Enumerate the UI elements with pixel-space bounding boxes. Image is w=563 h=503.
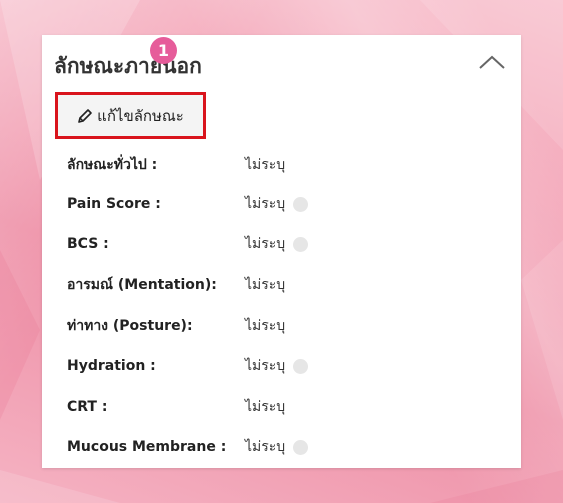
field-row-crt: CRT : ไม่ระบุ — [67, 397, 285, 417]
field-label: BCS : — [67, 236, 109, 252]
field-value: ไม่ระบุ — [245, 318, 286, 334]
field-label: อารมณ์ (Mentation): — [67, 277, 217, 293]
field-value: ไม่ระบุ — [245, 236, 286, 252]
field-value: ไม่ระบุ — [245, 157, 286, 173]
step-badge: 1 — [150, 37, 177, 64]
field-row-posture: ท่าทาง (Posture): ไม่ระบุ — [67, 316, 285, 336]
field-row-pain-score: Pain Score : ไม่ระบุ — [67, 194, 309, 214]
chevron-up-icon[interactable] — [479, 55, 505, 69]
status-indicator — [293, 439, 309, 455]
card-title: ลักษณะภายนอก — [54, 54, 202, 78]
field-label: Pain Score : — [67, 196, 161, 212]
status-indicator — [293, 196, 309, 212]
field-row-general: ลักษณะทั่วไป : ไม่ระบุ — [67, 155, 285, 175]
field-label: Hydration : — [67, 358, 156, 374]
status-indicator — [293, 358, 309, 374]
field-value: ไม่ระบุ — [245, 439, 286, 455]
field-label: CRT : — [67, 399, 108, 415]
edit-appearance-button[interactable]: แก้ไขลักษณะ — [55, 92, 206, 139]
field-value: ไม่ระบุ — [245, 358, 286, 374]
field-row-bcs: BCS : ไม่ระบุ — [67, 234, 309, 254]
field-value: ไม่ระบุ — [245, 196, 286, 212]
field-value: ไม่ระบุ — [245, 399, 286, 415]
field-label: Mucous Membrane : — [67, 439, 227, 455]
edit-button-label: แก้ไขลักษณะ — [97, 106, 184, 125]
field-label: ท่าทาง (Posture): — [67, 318, 193, 334]
field-row-hydration: Hydration : ไม่ระบุ — [67, 356, 309, 376]
pencil-icon — [78, 108, 92, 123]
status-indicator — [293, 236, 309, 252]
appearance-card: ลักษณะภายนอก แก้ไขลักษณะ ลักษณะทั่วไป : … — [42, 35, 521, 468]
field-row-mentation: อารมณ์ (Mentation): ไม่ระบุ — [67, 275, 285, 295]
field-row-mucous-membrane: Mucous Membrane : ไม่ระบุ — [67, 437, 309, 457]
field-label: ลักษณะทั่วไป : — [67, 157, 158, 173]
field-value: ไม่ระบุ — [245, 277, 286, 293]
